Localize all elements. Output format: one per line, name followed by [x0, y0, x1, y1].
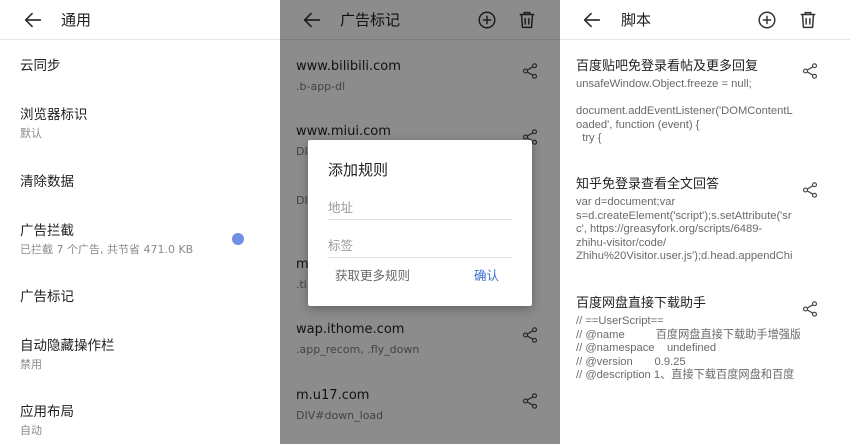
back-arrow-icon[interactable] [581, 9, 603, 31]
scripts-panel: 脚本 百度贴吧免登录看帖及更多回复 unsafeWindow.Object.fr… [560, 0, 850, 444]
page-title: 通用 [61, 11, 92, 29]
setting-subtitle: 禁用 [20, 358, 42, 371]
setting-subtitle: 自动 [20, 424, 42, 437]
script-item[interactable]: 百度贴吧免登录看帖及更多回复 unsafeWindow.Object.freez… [576, 58, 800, 146]
script-name: 知乎免登录查看全文回答 [576, 177, 720, 192]
plus-circle-icon[interactable] [756, 9, 778, 31]
setting-title: 云同步 [20, 58, 61, 74]
scripts-app-bar: 脚本 [560, 0, 850, 40]
address-input[interactable] [328, 196, 512, 218]
script-name: 百度贴吧免登录看帖及更多回复 [576, 59, 759, 74]
page-title: 脚本 [621, 11, 652, 29]
share-icon[interactable] [801, 62, 819, 80]
setting-title: 广告标记 [20, 289, 74, 305]
general-settings-panel: 通用 云同步 浏览器标识 默认 清除数据 广告拦截 已拦截 7 个广告, 共节省… [0, 0, 280, 444]
setting-title: 浏览器标识 [20, 107, 88, 123]
dialog-title: 添加规则 [328, 161, 389, 179]
setting-cloud-sync[interactable]: 云同步 [20, 57, 270, 75]
share-icon[interactable] [801, 181, 819, 199]
back-arrow-icon[interactable] [22, 9, 44, 31]
confirm-button[interactable]: 确认 [474, 268, 499, 284]
share-icon[interactable] [801, 300, 819, 318]
ad-block-toggle[interactable] [232, 233, 244, 245]
setting-title: 自动隐藏操作栏 [20, 338, 115, 354]
script-item[interactable]: 知乎免登录查看全文回答 var d=document;var s=d.creat… [576, 176, 800, 264]
tag-input[interactable] [328, 234, 512, 256]
setting-title: 清除数据 [20, 174, 74, 190]
setting-user-agent[interactable]: 浏览器标识 默认 [20, 106, 270, 141]
setting-clear-data[interactable]: 清除数据 [20, 173, 270, 191]
script-code-preview: unsafeWindow.Object.freeze = null; docum… [576, 78, 793, 144]
setting-app-layout[interactable]: 应用布局 自动 [20, 403, 270, 438]
setting-subtitle: 已拦截 7 个广告, 共节省 471.0 KB [20, 243, 194, 256]
ad-marks-panel: 广告标记 www.bilibili.com .b-app-dl www.miui… [280, 0, 560, 444]
setting-title: 应用布局 [20, 404, 74, 420]
script-item[interactable]: 百度网盘直接下载助手 // ==UserScript== // @name 百度… [576, 295, 800, 383]
general-app-bar: 通用 [0, 0, 280, 40]
script-name: 百度网盘直接下载助手 [576, 296, 707, 311]
setting-auto-hide-toolbar[interactable]: 自动隐藏操作栏 禁用 [20, 337, 270, 372]
setting-subtitle: 默认 [20, 127, 42, 140]
trash-icon[interactable] [797, 9, 819, 31]
tag-field [328, 234, 512, 258]
setting-ad-marks[interactable]: 广告标记 [20, 288, 270, 306]
script-code-preview: var d=document;var s=d.createElement('sc… [576, 196, 793, 262]
address-field [328, 196, 512, 220]
script-code-preview: // ==UserScript== // @name 百度网盘直接下载助手增强版… [576, 315, 800, 381]
get-more-rules-button[interactable]: 获取更多规则 [335, 268, 410, 284]
add-rule-dialog: 添加规则 获取更多规则 确认 [308, 140, 532, 306]
